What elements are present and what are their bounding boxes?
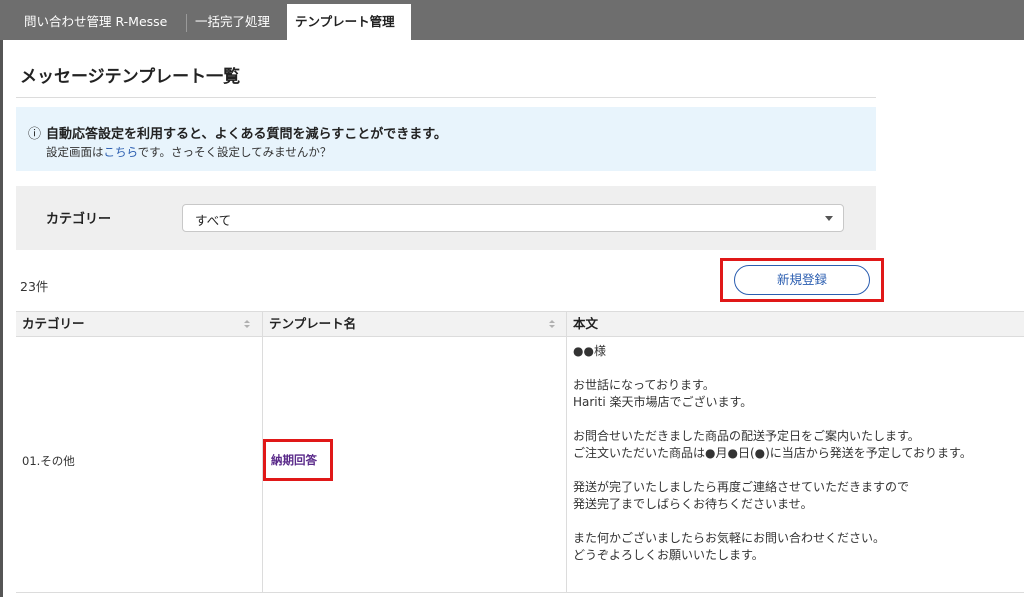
body-line: Hariti 楽天市場店でございます。: [573, 395, 753, 409]
page-title: メッセージテンプレート一覧: [20, 67, 241, 87]
result-count: 23件: [20, 279, 49, 294]
body-line: どうぞよろしくお願いいたします。: [573, 548, 764, 562]
body-line: [573, 360, 1023, 377]
table-row: 01.その他 納期回答 ●●様 お世話になっております。 Hariti 楽天市場…: [16, 337, 1024, 593]
tab-bulk-complete[interactable]: 一括完了処理: [187, 4, 287, 40]
body-line: 発送が完了いたしましたら再度ご連絡させていただきますので: [573, 480, 910, 494]
top-nav-bar: 問い合わせ管理 R-Messe 一括完了処理 テンプレート管理: [0, 0, 1024, 40]
column-header-body-label: 本文: [573, 316, 599, 331]
category-select[interactable]: すべて: [182, 204, 844, 232]
settings-link[interactable]: こちら: [104, 145, 138, 159]
info-subtext: 設定画面はこちらです。さっそく設定してみませんか？: [46, 144, 331, 160]
tab-template-management[interactable]: テンプレート管理: [287, 4, 411, 40]
tab-inquiry-management[interactable]: 問い合わせ管理 R-Messe: [16, 4, 186, 40]
body-line: [573, 462, 1023, 479]
body-line: [573, 411, 1023, 428]
new-register-button[interactable]: 新規登録: [734, 265, 870, 295]
title-divider: [16, 97, 876, 98]
cell-category: 01.その他: [16, 337, 262, 593]
body-line: お世話になっております。: [573, 378, 715, 392]
column-header-name-label: テンプレート名: [269, 316, 357, 331]
body-line: また何かございましたらお気軽にお問い合わせください。: [573, 531, 886, 545]
column-header-category[interactable]: カテゴリー: [16, 312, 262, 336]
column-header-category-label: カテゴリー: [22, 316, 85, 331]
body-line: ご注文いただいた商品は●月●日(●)に当店から発送を予定しております。: [573, 446, 972, 460]
body-line: ●●様: [573, 344, 606, 358]
info-circle-icon: ⓘ: [28, 127, 42, 142]
sort-icon[interactable]: [244, 320, 250, 330]
info-banner: ⓘ 自動応答設定を利用すると、よくある質問を減らすことができます。 設定画面はこ…: [16, 107, 876, 171]
info-message: 自動応答設定を利用すると、よくある質問を減らすことができます。: [46, 127, 447, 142]
cell-template-name: 納期回答: [262, 337, 566, 593]
info-sub-prefix: 設定画面は: [46, 145, 104, 159]
left-border: [0, 40, 3, 597]
template-body-text: ●●様 お世話になっております。 Hariti 楽天市場店でございます。 お問合…: [573, 343, 1023, 564]
category-filter-panel: カテゴリー すべて: [16, 186, 876, 250]
body-line: 発送完了までしばらくお待ちくださいませ。: [573, 497, 813, 511]
sort-icon[interactable]: [549, 320, 555, 330]
chevron-down-icon: [825, 216, 833, 221]
category-filter-label: カテゴリー: [46, 212, 112, 227]
body-line: [573, 513, 1023, 530]
cell-body: ●●様 お世話になっております。 Hariti 楽天市場店でございます。 お問合…: [566, 337, 1024, 593]
column-header-template-name[interactable]: テンプレート名: [262, 312, 566, 336]
template-name-link[interactable]: 納期回答: [271, 452, 317, 468]
column-header-body: 本文: [566, 312, 1024, 336]
info-sub-suffix: です。さっそく設定してみませんか？: [137, 145, 332, 159]
row-category: 01.その他: [22, 454, 75, 468]
table-header: カテゴリー テンプレート名 本文: [16, 311, 1024, 337]
category-select-value: すべて: [195, 213, 232, 228]
body-line: お問合せいただきました商品の配送予定日をご案内いたします。: [573, 429, 920, 443]
